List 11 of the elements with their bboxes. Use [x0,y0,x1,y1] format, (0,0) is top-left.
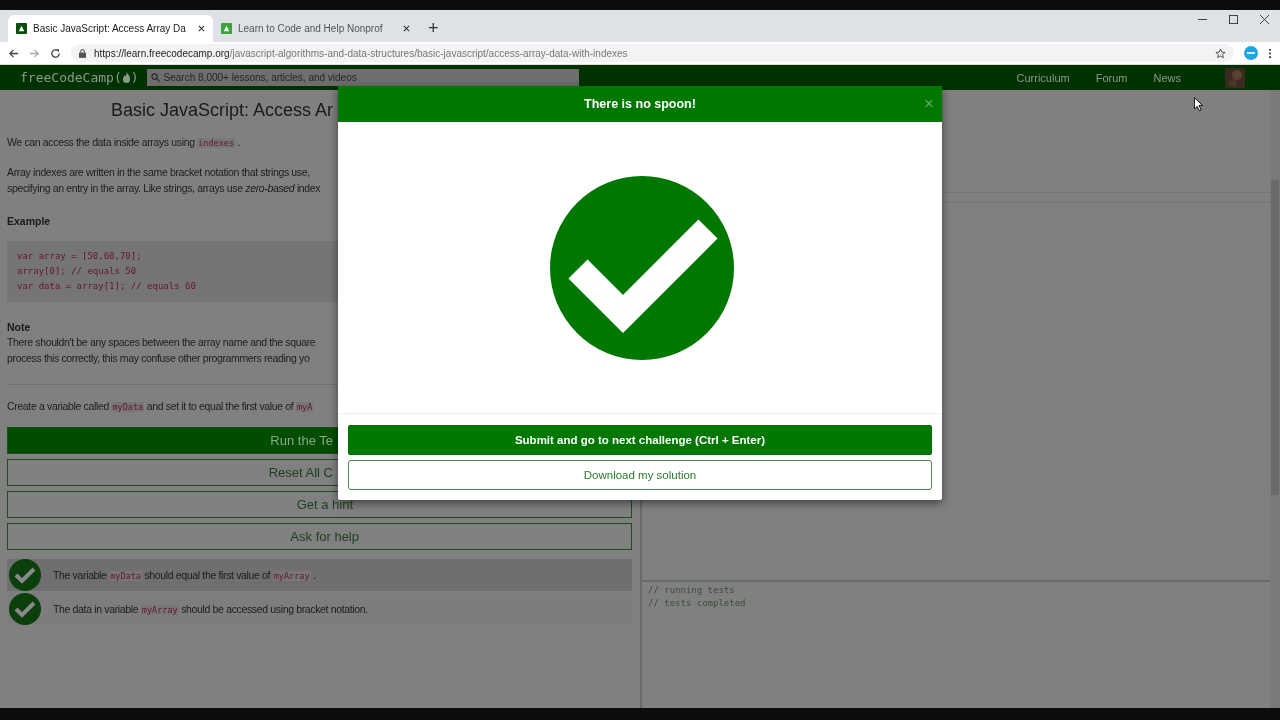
test-text: The variable myData should equal the first value of myArray . [53,567,316,583]
test-text: The data in variable myArray should be accessed using bracket notation. [53,601,368,617]
note-text: There shouldn't be any spaces between the array name and the square process this correctly, this may confuse other programmers reading yo [7,335,317,366]
paragraph-text: Array indexes are written in the same bracket notation that strings use, specifying an entry in the array. Like strings, arrays use zero-based index [7,165,322,196]
section-heading: Note [7,320,32,334]
console-line: // tests completed [648,597,747,610]
section-heading: Example [7,214,52,229]
code-block: var array = [50,60,70]; array[0]; // equals 50 var data = array[1]; // equals 60 [7,241,338,302]
lesson-title: Basic JavaScript: Access Ar [111,99,334,121]
console-line: // running tests [648,584,736,597]
dialog-title: There is no spoon! [584,97,696,111]
